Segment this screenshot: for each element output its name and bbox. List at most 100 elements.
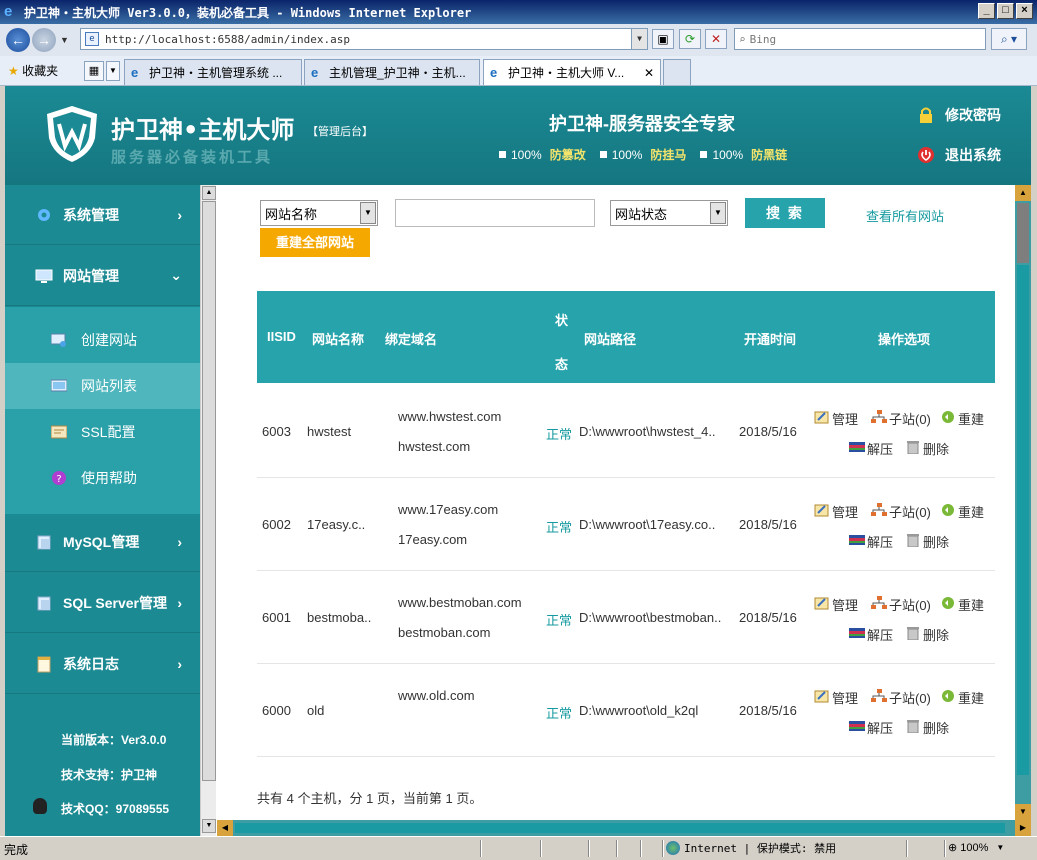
sidebar-item-help[interactable]: ? 使用帮助 [5,455,200,501]
manage-button[interactable]: 管理 [814,595,858,614]
chevron-right-icon: › [177,594,182,611]
cell-date: 2018/5/16 [739,610,797,625]
compat-view-icon[interactable]: ▣ [652,29,674,49]
field-select[interactable]: 网站名称 ▼ [260,200,378,226]
rebuild-icon [940,410,958,427]
zoom-control[interactable]: ⊕ 100% ▼ [948,841,1004,855]
sidebar-item-site-list[interactable]: 网站列表 [5,363,200,409]
change-password-link[interactable]: 修改密码 [917,105,1001,125]
unzip-button[interactable]: 解压 [849,625,893,644]
guard-blacklink: 100% 防黑链 [700,146,787,163]
chevron-down-icon: ▼ [710,202,726,224]
brand-badge: 【管理后台】 [307,126,373,138]
cell-site-name: 17easy.c.. [307,517,366,532]
scroll-left-arrow-icon[interactable]: ◀ [217,820,233,836]
certificate-icon [51,425,67,439]
new-tab-button[interactable] [663,59,691,85]
scrollbar-thumb[interactable] [1017,203,1029,263]
quick-tabs-icon[interactable]: ▦ [84,61,104,81]
view-all-sites-link[interactable]: 查看所有网站 [866,206,944,225]
cell-domain-2: hwstest.com [398,439,471,454]
manage-button[interactable]: 管理 [814,688,858,707]
favorites-button[interactable]: ★ 收藏夹 [8,62,58,79]
subsite-button[interactable]: 子站(0) [871,502,931,521]
tab-label: 主机管理_护卫神・主机... [329,66,466,80]
sidebar-item-sqlserver[interactable]: SQL Server管理 › [5,573,200,633]
sidebar-scrollbar[interactable]: ▲ ▼ [200,185,216,836]
subsite-button[interactable]: 子站(0) [871,409,931,428]
scroll-up-arrow-icon[interactable]: ▲ [1015,185,1031,201]
th-iisid: IISID [267,329,296,344]
rebuild-button[interactable]: 重建 [940,595,984,614]
unzip-icon [849,440,867,457]
cell-status: 正常 [546,706,573,721]
stop-icon[interactable]: ✕ [705,29,727,49]
history-dropdown-icon[interactable]: ▼ [60,35,69,45]
tab-2[interactable]: e 主机管理_护卫神・主机... [304,59,480,85]
cell-path: D:\wwwroot\bestmoban.. [579,610,722,625]
power-icon [918,147,934,163]
sidebar-item-mysql[interactable]: MySQL管理 › [5,512,200,572]
rebuild-icon [940,503,958,520]
search-button[interactable]: 搜 索 [745,198,825,228]
th-date: 开通时间 [744,332,797,347]
page-scrollbar[interactable]: ▲ ▼ [1015,185,1031,820]
forward-button[interactable]: → [32,28,56,52]
scroll-right-arrow-icon[interactable]: ▶ [1015,820,1031,836]
scrollbar-thumb[interactable] [202,201,216,781]
unzip-button[interactable]: 解压 [849,532,893,551]
security-zone[interactable]: Internet | 保护模式: 禁用 [666,840,836,856]
maximize-button[interactable]: □ [997,3,1014,19]
sidebar-item-create-site[interactable]: 创建网站 [5,317,200,363]
search-input[interactable]: ⌕ Bing [734,28,986,50]
subsite-icon [871,689,889,706]
horizontal-scrollbar[interactable]: ◀ ▶ [217,820,1031,836]
unzip-button[interactable]: 解压 [849,718,893,737]
rebuild-button[interactable]: 重建 [940,409,984,428]
manage-button[interactable]: 管理 [814,502,858,521]
cell-iisid: 6000 [262,703,291,718]
tab-1[interactable]: e 护卫神・主机管理系统 ... [124,59,302,85]
status-select[interactable]: 网站状态 ▼ [610,200,728,226]
scrollbar-track[interactable] [1017,265,1029,775]
scroll-down-arrow-icon[interactable]: ▼ [202,819,216,833]
cell-domain-2: 17easy.com [398,532,468,547]
log-icon [37,656,51,672]
cell-site-name: old [307,703,325,718]
address-input[interactable]: e http://localhost:6588/admin/index.asp … [80,28,648,50]
back-button[interactable]: ← [6,28,30,52]
th-path: 网站路径 [584,332,637,347]
scroll-up-arrow-icon[interactable]: ▲ [202,186,216,200]
zoom-icon: ⊕ [948,842,958,854]
scrollbar-thumb[interactable] [235,823,1005,833]
unzip-button[interactable]: 解压 [849,439,893,458]
close-window-button[interactable]: × [1016,3,1033,19]
sidebar-item-system[interactable]: 系统管理 › [5,185,200,245]
subsite-icon [871,410,889,427]
rebuild-button[interactable]: 重建 [940,688,984,707]
sidebar-item-ssl[interactable]: SSL配置 [5,409,200,455]
page-icon: e [85,32,99,46]
manage-button[interactable]: 管理 [814,409,858,428]
tab-3-active[interactable]: e 护卫神・主机大师 V... ✕ [483,59,661,85]
rebuild-button[interactable]: 重建 [940,502,984,521]
delete-button[interactable]: 删除 [905,718,949,737]
refresh-icon[interactable]: ⟳ [679,29,701,49]
address-dropdown-icon[interactable]: ▼ [631,29,647,49]
subsite-button[interactable]: 子站(0) [871,595,931,614]
sidebar-item-log[interactable]: 系统日志 › [5,634,200,694]
keyword-input[interactable] [395,199,595,227]
search-go-button[interactable]: ⌕ ▾ [991,28,1027,50]
delete-button[interactable]: 删除 [905,625,949,644]
close-tab-icon[interactable]: ✕ [644,66,654,80]
delete-button[interactable]: 删除 [905,532,949,551]
rebuild-all-button[interactable]: 重建全部网站 [260,228,370,257]
minimize-button[interactable]: _ [978,3,995,19]
tab-list-dropdown-icon[interactable]: ▼ [106,61,120,81]
subsite-button[interactable]: 子站(0) [871,688,931,707]
sidebar-item-website[interactable]: 网站管理 ⌄ [5,246,200,306]
logout-link[interactable]: 退出系统 [917,145,1001,165]
delete-button[interactable]: 删除 [905,439,949,458]
scroll-down-arrow-icon[interactable]: ▼ [1015,804,1031,820]
search-icon: ⌕ [739,32,746,46]
